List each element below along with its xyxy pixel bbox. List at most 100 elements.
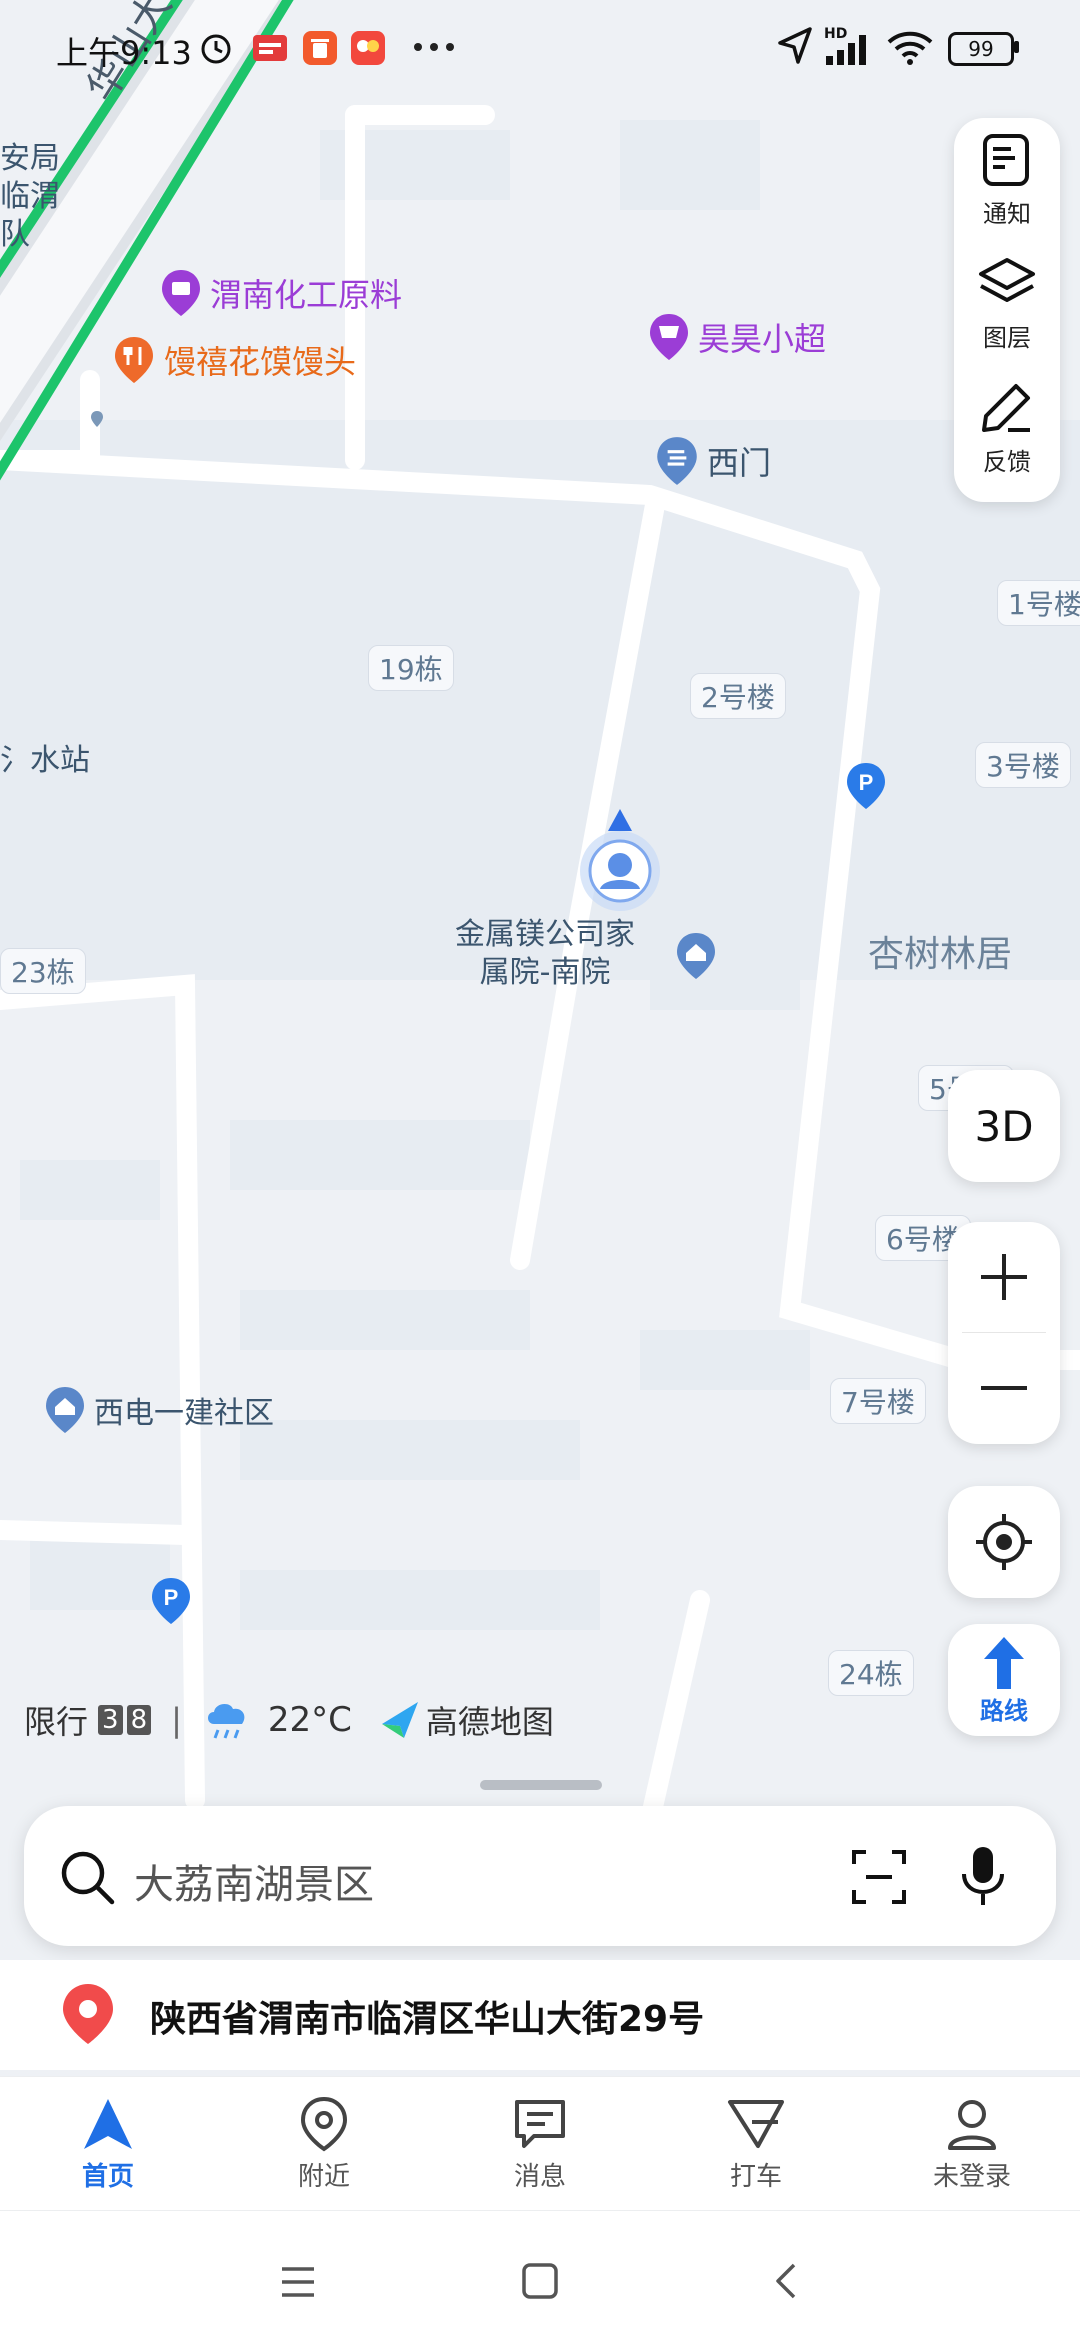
shopping-pin-icon	[650, 314, 688, 360]
alarm-icon	[201, 34, 231, 64]
restaurant-pin-icon	[115, 337, 153, 383]
poi-label: 西电一建社区	[94, 1396, 274, 1431]
poi-label: 昊昊小超	[698, 320, 827, 358]
area-label: 杏树林居	[868, 934, 1013, 975]
search-icon	[61, 1851, 115, 1905]
home-square-icon[interactable]	[520, 2261, 560, 2301]
building-label-23: 23栋	[0, 948, 86, 994]
poi-shop[interactable]: 昊昊小超	[648, 312, 826, 362]
map-canvas[interactable]: 华山大街 安局 临渭 队 氵水站 19栋 23栋 2号楼 1号楼 3号楼 5号楼…	[0, 0, 1080, 1820]
map-tools-panel: 通知 图层 反馈	[954, 118, 1060, 502]
small-marker-icon	[91, 411, 103, 427]
battery-level: 99	[968, 37, 994, 61]
tab-taxi[interactable]: 打车	[648, 2077, 864, 2211]
location-pin-icon	[63, 1984, 113, 2044]
building-label-1: 1号楼	[997, 580, 1080, 626]
more-notifications-icon	[414, 43, 454, 51]
building-label-24: 24栋	[828, 1650, 914, 1696]
tab-nearby[interactable]: 附近	[216, 2077, 432, 2211]
sheet-drag-handle[interactable]	[480, 1780, 602, 1790]
route-button[interactable]: 路线	[948, 1624, 1060, 1736]
home-navigation-icon	[84, 2098, 132, 2149]
microphone-icon[interactable]	[958, 1844, 1008, 1908]
residential-pin-icon[interactable]	[675, 930, 717, 982]
notice-icon	[983, 133, 1029, 186]
amap-logo-icon	[381, 1702, 418, 1738]
pen-icon	[982, 383, 1030, 432]
tab-home[interactable]: 首页	[0, 2077, 216, 2211]
tab-profile-label: 未登录	[932, 2161, 1011, 2192]
limit-digit-1: 3	[98, 1705, 123, 1735]
user-location-icon[interactable]	[575, 805, 665, 915]
back-icon[interactable]	[770, 2261, 800, 2301]
plus-icon	[981, 1254, 1027, 1300]
status-bar: 上午9:13 HD 99	[0, 0, 1080, 96]
3d-label: 3D	[974, 1101, 1034, 1151]
building-label-2: 2号楼	[690, 673, 786, 719]
notice-label: 通知	[983, 199, 1031, 228]
poi-label: 渭南化工原料	[210, 276, 403, 314]
signal-icon	[826, 35, 866, 65]
residential-pin-icon	[46, 1387, 84, 1433]
navigation-icon	[778, 27, 812, 64]
current-address-row[interactable]: 陕西省渭南市临渭区华山大街29号	[0, 1960, 1080, 2070]
poi-compound-label: 金属镁公司家 属院-南院	[455, 917, 635, 990]
current-address: 陕西省渭南市临渭区华山大街29号	[150, 1999, 705, 2040]
tab-nearby-label: 附近	[297, 2161, 350, 2192]
map-info-row: 限行 3 8 | 22°C 高德地图	[24, 1694, 554, 1746]
locate-icon	[976, 1514, 1032, 1570]
layers-button[interactable]: 图层	[954, 242, 1060, 366]
parking-pin-icon[interactable]: P	[845, 760, 887, 812]
battery-cap	[1014, 41, 1019, 53]
search-input[interactable]: 大荔南湖景区	[134, 1852, 374, 1910]
layers-label: 图层	[983, 323, 1031, 352]
notice-button[interactable]: 通知	[954, 118, 1060, 242]
map-label-bureau: 安局 临渭 队	[0, 141, 60, 252]
status-time: 上午9:13	[56, 34, 192, 72]
taxi-flag-icon	[728, 2099, 784, 2148]
svg-text:P: P	[859, 770, 874, 795]
limit-digit-2: 8	[126, 1705, 152, 1735]
parking-pin-icon[interactable]: P	[150, 1575, 192, 1627]
poi-community[interactable]: 西电一建社区	[44, 1384, 274, 1436]
shopping-app-icon	[351, 31, 385, 65]
3d-button[interactable]: 3D	[948, 1070, 1060, 1182]
locate-button[interactable]	[948, 1486, 1060, 1598]
wifi-icon	[887, 31, 933, 65]
tab-home-label: 首页	[81, 2161, 134, 2192]
svg-text:P: P	[164, 1585, 179, 1610]
menu-icon[interactable]	[278, 2265, 318, 2299]
battery-indicator: 99	[948, 32, 1014, 66]
traffic-limit-label: 限行	[24, 1703, 89, 1741]
building-label-7: 7号楼	[830, 1378, 926, 1424]
map-label-water-station: 氵水站	[0, 743, 90, 778]
temperature: 22°C	[267, 1700, 352, 1740]
poi-label: 西门	[707, 444, 772, 482]
user-icon	[948, 2099, 996, 2150]
message-icon	[515, 2099, 565, 2148]
delete-app-icon	[303, 31, 337, 65]
poi-chem-materials[interactable]: 渭南化工原料	[160, 268, 402, 318]
poi-mantou[interactable]: 馒禧花馍馒头	[112, 335, 356, 385]
zoom-controls	[948, 1222, 1060, 1444]
tab-profile[interactable]: 未登录	[864, 2077, 1080, 2211]
search-bar[interactable]: 大荔南湖景区	[24, 1806, 1056, 1946]
news-app-icon	[253, 35, 287, 61]
system-navigation-bar	[0, 2210, 1080, 2341]
feedback-button[interactable]: 反馈	[954, 366, 1060, 490]
zoom-in-button[interactable]	[962, 1222, 1046, 1333]
route-arrow-icon	[984, 1636, 1024, 1689]
shop-pin-icon	[162, 270, 200, 316]
zoom-out-button[interactable]	[948, 1333, 1060, 1443]
minus-icon	[981, 1386, 1027, 1390]
scan-icon[interactable]	[850, 1848, 908, 1906]
feedback-label: 反馈	[983, 447, 1031, 476]
layers-icon	[979, 257, 1035, 302]
poi-west-gate[interactable]: 西门	[655, 435, 771, 487]
tab-messages[interactable]: 消息	[432, 2077, 648, 2211]
bottom-tab-bar: 首页 附近 消息 打车 未登录	[0, 2076, 1080, 2211]
amap-brand-label: 高德地图	[425, 1703, 554, 1741]
tab-taxi-label: 打车	[729, 2161, 782, 2192]
building-label-3: 3号楼	[975, 742, 1071, 788]
poi-label: 馒禧花馍馒头	[164, 343, 357, 381]
